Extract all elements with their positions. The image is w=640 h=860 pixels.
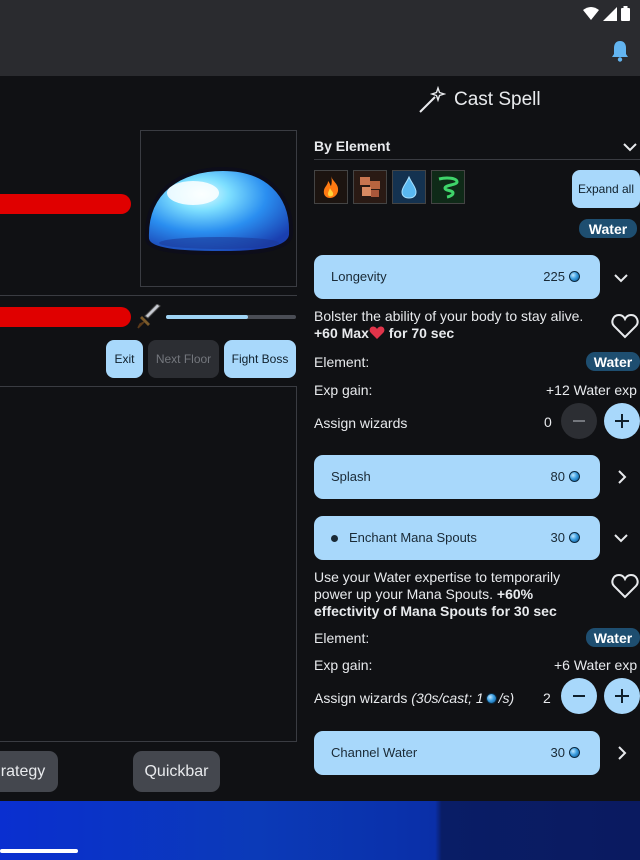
- notification-bell-icon[interactable]: [610, 40, 630, 62]
- cast-spell-header: Cast Spell: [418, 86, 541, 114]
- group-divider: [314, 159, 640, 160]
- monster-divider: [0, 295, 297, 296]
- sword-icon: [137, 304, 161, 329]
- assign-detail: (30s/cast; 1/s): [411, 690, 515, 706]
- mana-orb-icon: [569, 747, 580, 758]
- assigned-wizards-count: 2: [543, 690, 551, 706]
- cell-signal-icon: [603, 6, 617, 21]
- blue-slime-icon: [144, 166, 294, 256]
- increase-wizards-button[interactable]: [604, 403, 640, 439]
- decrease-wizards-button[interactable]: [561, 678, 597, 714]
- favorite-heart-icon[interactable]: [611, 313, 639, 339]
- element-badge: Water: [586, 628, 640, 647]
- bottom-banner: [0, 801, 640, 860]
- spell-description-longevity: Bolster the ability of your body to stay…: [314, 308, 584, 341]
- increase-wizards-button[interactable]: [604, 678, 640, 714]
- active-dot-icon: [331, 535, 338, 542]
- earth-element-icon[interactable]: [353, 170, 387, 204]
- spell-name: Channel Water: [331, 745, 418, 760]
- assign-wizards-label: Assign wizards (30s/cast; 1/s): [314, 690, 515, 706]
- quickbar-button[interactable]: Quickbar: [133, 751, 220, 792]
- monster-portrait: [140, 130, 297, 287]
- monster-hp-bar: [0, 194, 131, 214]
- spell-cost: 30: [551, 745, 580, 760]
- spell-cost: 80: [551, 469, 580, 484]
- assign-wizards-label: Assign wizards: [314, 415, 408, 431]
- exp-gain-value: +12 Water exp: [546, 382, 637, 398]
- cast-spell-title: Cast Spell: [454, 89, 541, 110]
- magic-wand-icon: [419, 86, 446, 113]
- element-label: Element:: [314, 354, 370, 370]
- spell-name: Enchant Mana Spouts: [349, 530, 477, 545]
- spell-card-enchant-mana-spouts[interactable]: Enchant Mana Spouts 30: [314, 516, 600, 560]
- water-element-icon[interactable]: [392, 170, 426, 204]
- spell-collapse-chevron-icon[interactable]: [613, 530, 629, 546]
- spell-card-longevity[interactable]: Longevity 225: [314, 255, 600, 299]
- fight-boss-button[interactable]: Fight Boss: [224, 340, 296, 378]
- heart-icon: [369, 326, 385, 339]
- spell-name: Longevity: [331, 269, 387, 284]
- favorite-heart-icon[interactable]: [611, 573, 639, 599]
- minus-icon: [573, 420, 585, 422]
- mana-orb-icon: [485, 693, 497, 704]
- minus-icon: [573, 695, 585, 697]
- wind-element-icon[interactable]: [431, 170, 465, 204]
- expand-all-button[interactable]: Expand all: [572, 170, 640, 208]
- group-chevron-down-icon[interactable]: [622, 139, 638, 155]
- plus-icon: [615, 414, 629, 428]
- group-by-label: By Element: [314, 138, 391, 154]
- spell-expand-chevron-icon[interactable]: [614, 745, 630, 761]
- element-badge: Water: [586, 352, 640, 371]
- mana-orb-icon: [569, 271, 580, 282]
- exp-gain-value: +6 Water exp: [554, 657, 638, 673]
- exp-progress-fill: [166, 315, 248, 319]
- status-bar: [0, 0, 640, 28]
- spell-card-channel-water[interactable]: Channel Water 30: [314, 731, 600, 775]
- spell-name: Splash: [331, 469, 371, 484]
- strategy-button[interactable]: rategy: [0, 751, 58, 792]
- exp-gain-label: Exp gain:: [314, 382, 373, 398]
- plus-icon: [615, 689, 629, 703]
- exp-gain-label: Exp gain:: [314, 657, 373, 673]
- navigation-handle[interactable]: [0, 849, 78, 853]
- player-hp-bar: [0, 307, 131, 327]
- spell-card-splash[interactable]: Splash 80: [314, 455, 600, 499]
- fire-element-icon[interactable]: [314, 170, 348, 204]
- system-icons: [583, 6, 630, 21]
- app-top-bar: [0, 28, 640, 76]
- spell-cost: 30: [551, 530, 580, 545]
- element-filter-badge: Water: [579, 219, 637, 238]
- wifi-icon: [583, 6, 599, 20]
- spell-description-enchant-mana-spouts: Use your Water expertise to temporarily …: [314, 569, 561, 619]
- spell-collapse-chevron-icon[interactable]: [613, 270, 629, 286]
- spell-cost: 225: [543, 269, 580, 284]
- next-floor-button[interactable]: Next Floor: [148, 340, 219, 378]
- mana-orb-icon: [569, 532, 580, 543]
- battle-log: [0, 386, 297, 742]
- element-label: Element:: [314, 630, 370, 646]
- battery-icon: [621, 6, 630, 21]
- spell-expand-chevron-icon[interactable]: [614, 469, 630, 485]
- exp-progress-bar: [166, 315, 296, 319]
- assigned-wizards-count: 0: [544, 414, 552, 430]
- decrease-wizards-button[interactable]: [561, 403, 597, 439]
- exit-button[interactable]: Exit: [106, 340, 143, 378]
- mana-orb-icon: [569, 471, 580, 482]
